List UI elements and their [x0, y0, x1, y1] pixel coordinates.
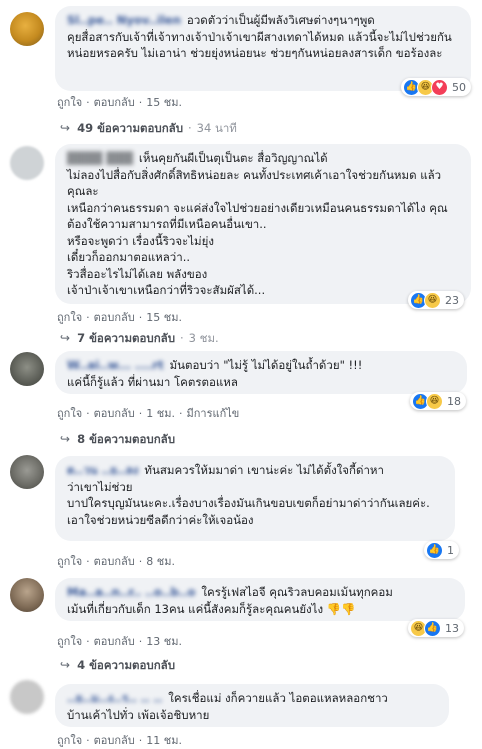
replies-count: 49 ข้อความตอบกลับ	[77, 121, 184, 135]
avatar[interactable]	[10, 352, 44, 386]
reaction-summary[interactable]: 😆 👍 13	[408, 619, 464, 637]
comment-actions: ถูกใจ · ตอบกลับ · 1 ชม. · มีการแก้ไข	[57, 407, 240, 420]
comment-text: แค่นี้ก็รู้แล้ว ที่ผ่านมา โคตรตอแหล	[67, 374, 238, 389]
avatar[interactable]	[10, 146, 44, 180]
comment-time[interactable]: 8 ชม.	[146, 555, 175, 568]
comment-text-line1: มันตอบว่า "ไม่รู้ ไม่ได้อยู่ในถ้ำด้วย" !…	[169, 358, 363, 372]
like-link[interactable]: ถูกใจ	[57, 734, 82, 747]
comment-text: ว่าเขาไม่ช่วย บาปใครบุญมันนะคะ.เรื่องบาง…	[67, 479, 430, 527]
comment-actions: ถูกใจ · ตอบกลับ · 15 ชม.	[57, 96, 182, 109]
reaction-count: 50	[452, 80, 466, 94]
haha-reaction-icon: 😆	[426, 392, 443, 410]
comment-time[interactable]: 15 ชม.	[146, 311, 182, 324]
comment-time[interactable]: 13 ชม.	[146, 635, 182, 648]
comment-time[interactable]: 15 ชม.	[146, 96, 182, 109]
comment-actions: ถูกใจ · ตอบกลับ · 13 ชม.	[57, 635, 182, 648]
reply-link[interactable]: ตอบกลับ	[94, 96, 135, 109]
replies-time: 3 ชม.	[188, 331, 219, 345]
comment-text: ไม่ลองไปสื่อกับสิ่งศักดิ์สิทธิหน่อยละ คน…	[67, 167, 448, 298]
reply-arrow-icon: ↪	[60, 331, 71, 345]
comment-bubble: Ma..a..n..r.. ..o..b..o ใครรู้เฟสไอจี คุณ…	[55, 578, 465, 621]
reaction-summary[interactable]: 👍 1	[424, 541, 459, 559]
comment-time[interactable]: 1 ชม.	[146, 407, 175, 420]
comment-author[interactable]: ..ย..ม..ง..ร.. .. ..	[67, 691, 162, 705]
comment-text-line1: เห็นคุยกันผีเป็นตุเป็นตะ สื่อวิญญาณได้	[138, 151, 328, 165]
like-reaction-icon: 👍	[424, 619, 441, 637]
reply-link[interactable]: ตอบกลับ	[94, 311, 135, 324]
comment-bubble: ..ย..ม..ง..ร.. .. .. ใครเชื่อแม่ งก็ควายแ…	[55, 684, 449, 727]
comment-text-line1: อวดตัวว่าเป็นผู้มีพลังวิเศษต่างๆนาๆพูด	[186, 13, 375, 27]
reaction-count: 23	[445, 293, 459, 307]
comment-author[interactable]: ████ ███	[67, 151, 133, 165]
reply-link[interactable]: ตอบกลับ	[94, 734, 135, 747]
replies-time: 34 นาที	[196, 121, 237, 135]
replies-count: 8 ข้อความตอบกลับ	[77, 432, 176, 446]
view-replies-link[interactable]: ↪ 49 ข้อความตอบกลับ · 34 นาที	[60, 120, 237, 138]
comment-text: คุยสื่อสารกับเจ้าที่เจ้าทางเจ้าป่าเจ้าเข…	[67, 29, 452, 61]
reply-arrow-icon: ↪	[60, 121, 71, 135]
reply-arrow-icon: ↪	[60, 658, 71, 672]
like-reaction-icon: 👍	[426, 541, 443, 559]
reaction-summary[interactable]: 👍 😆 23	[408, 291, 464, 309]
avatar[interactable]	[10, 578, 44, 612]
comment-bubble: ████ ███ เห็นคุยกันผีเป็นตุเป็นตะ สื่อวิญ…	[55, 144, 471, 304]
reaction-summary[interactable]: 👍 😆 ♥ 50	[401, 78, 471, 96]
reply-link[interactable]: ตอบกลับ	[94, 635, 135, 648]
reaction-count: 18	[447, 394, 461, 408]
reply-link[interactable]: ตอบกลับ	[94, 407, 135, 420]
comment-text: บ้านเค้าไปทั่ว เพ้อเจ้อชิบหาย	[67, 707, 210, 722]
replies-count: 7 ข้อความตอบกลับ	[77, 331, 176, 345]
haha-reaction-icon: 😆	[424, 291, 441, 309]
comment-text-line1: ทันสมควรให้มมาด่า เขาน่ะค่ะ ไม่ได้ตั้งใจ…	[144, 463, 384, 477]
comment-actions: ถูกใจ · ตอบกลับ · 15 ชม.	[57, 311, 182, 324]
comment-actions: ถูกใจ · ตอบกลับ · 8 ชม.	[57, 555, 175, 568]
comment-author[interactable]: Ma..a..n..r.. ..o..b..o	[67, 585, 195, 599]
love-reaction-icon: ♥	[431, 78, 448, 96]
avatar[interactable]	[10, 12, 44, 46]
edited-label[interactable]: มีการแก้ไข	[186, 407, 239, 420]
reaction-count: 13	[445, 621, 459, 635]
reply-link[interactable]: ตอบกลับ	[94, 555, 135, 568]
like-link[interactable]: ถูกใจ	[57, 407, 82, 420]
comment-author[interactable]: W..ai..w... ....rt	[67, 358, 164, 372]
comment-text: เม้นที่เกี่ยวกับเด็ก 13คน แค่นี้สังคมก็ร…	[67, 601, 356, 616]
like-link[interactable]: ถูกใจ	[57, 311, 82, 324]
avatar[interactable]	[10, 680, 44, 714]
reaction-summary[interactable]: 👍 😆 18	[410, 392, 466, 410]
comment-bubble: ต..วน ..ย..ลง ทันสมควรให้มมาด่า เขาน่ะค่ะ…	[55, 456, 455, 541]
view-replies-link[interactable]: ↪ 8 ข้อความตอบกลับ	[60, 431, 175, 449]
reply-arrow-icon: ↪	[60, 432, 71, 446]
comment-time[interactable]: 11 ชม.	[146, 734, 182, 747]
view-replies-link[interactable]: ↪ 7 ข้อความตอบกลับ · 3 ชม.	[60, 330, 219, 348]
comment-text-line1: ใครเชื่อแม่ งก็ควายแล้ว ไอตอแหลหลอกชาว	[168, 691, 388, 705]
comment-actions: ถูกใจ · ตอบกลับ · 11 ชม.	[57, 734, 182, 747]
reaction-count: 1	[447, 543, 454, 557]
comment-author[interactable]: ต..วน ..ย..ลง	[67, 463, 138, 477]
replies-count: 4 ข้อความตอบกลับ	[77, 658, 176, 672]
comment-text-line1: ใครรู้เฟสไอจี คุณริวลบคอมเม้นทุกคอม	[201, 585, 393, 599]
avatar[interactable]	[10, 455, 44, 489]
like-link[interactable]: ถูกใจ	[57, 96, 82, 109]
like-link[interactable]: ถูกใจ	[57, 635, 82, 648]
comment-author[interactable]: Sl..pe.. Nyov..ilen	[67, 13, 181, 27]
comment-bubble: W..ai..w... ....rt มันตอบว่า "ไม่รู้ ไม่ไ…	[55, 351, 467, 394]
view-replies-link[interactable]: ↪ 4 ข้อความตอบกลับ	[60, 657, 175, 675]
like-link[interactable]: ถูกใจ	[57, 555, 82, 568]
